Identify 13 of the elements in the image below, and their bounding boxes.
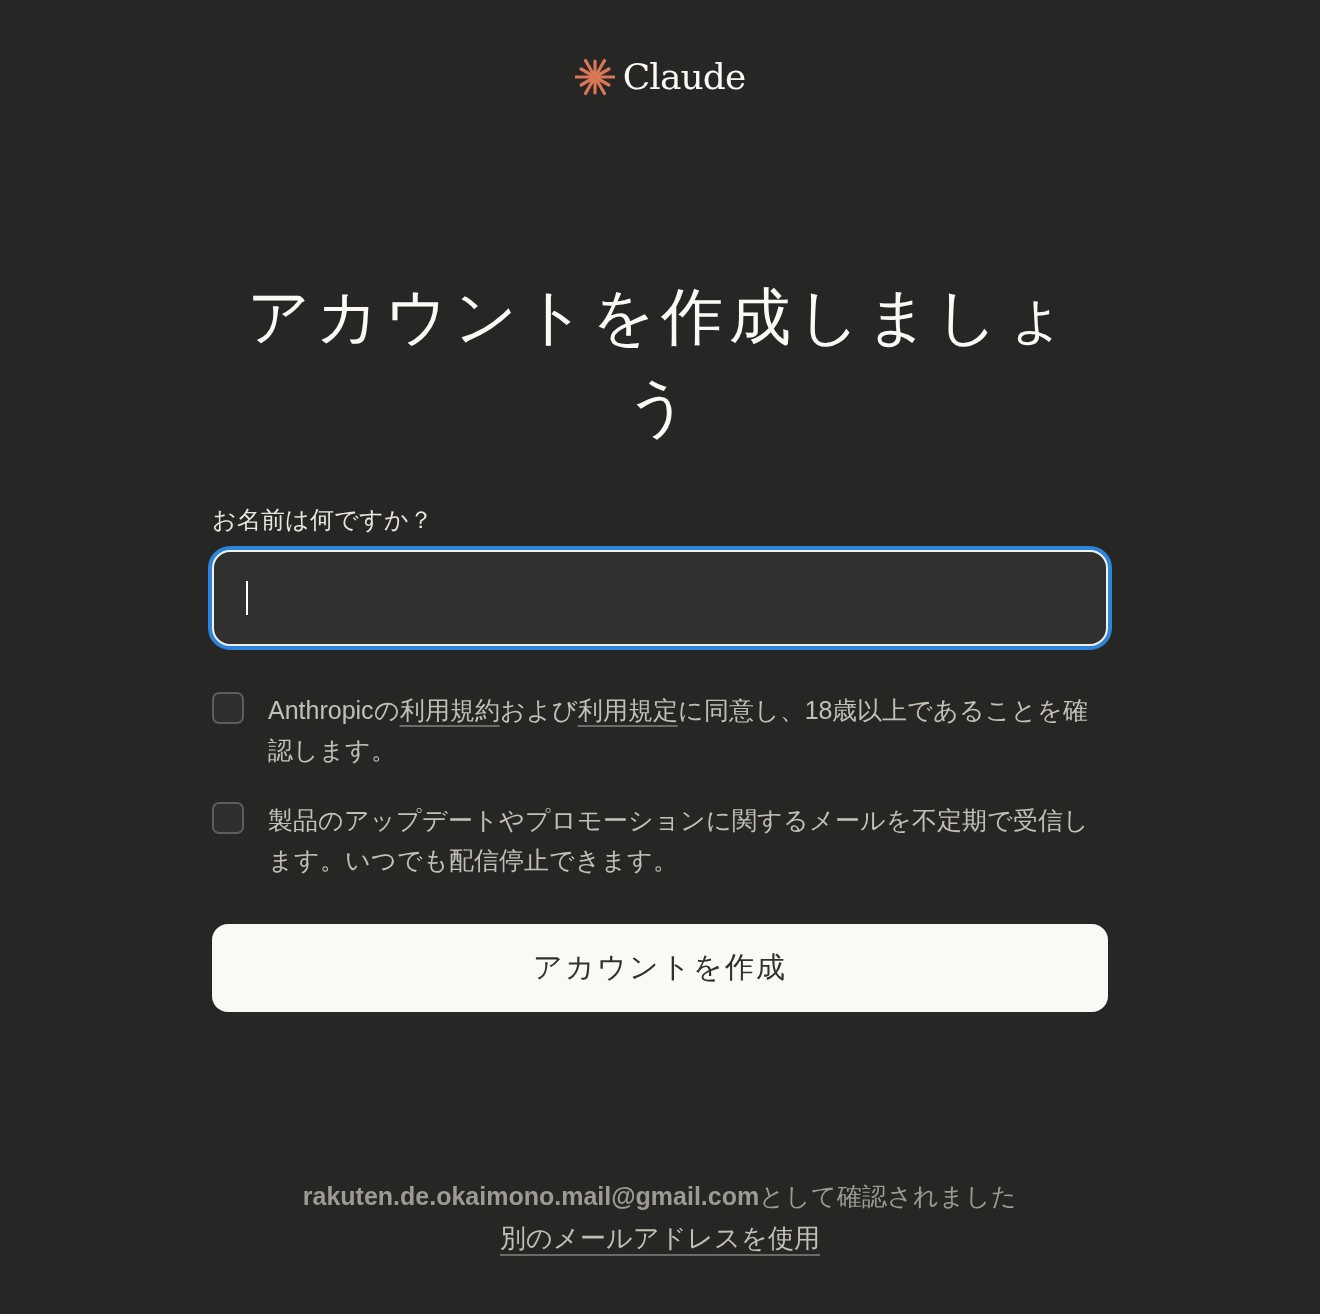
verified-email-text: rakuten.de.okaimono.mail@gmail.comとして確認されました [302, 1180, 1018, 1212]
checkbox[interactable] [212, 692, 244, 724]
name-label: お名前は何ですか？ [212, 505, 433, 535]
consent-text: 製品のアップデートやプロモーションに関するメールを不定期で受信します。いつでも配信停止できます。 [268, 805, 1090, 876]
use-other-email-link[interactable]: 別のメールアドレスを使用 [500, 1219, 820, 1258]
logo-wordmark: Claude [622, 55, 746, 99]
terms-link[interactable]: 利用規約 [399, 696, 500, 724]
consent-text: Anthropicの利用規約および利用規定に同意し、18歳以上であることを確認します。 [268, 695, 1090, 766]
terms-link[interactable]: 利用規定 [577, 696, 678, 724]
create-account-button[interactable]: アカウントを作成 [212, 924, 1108, 1012]
checkbox[interactable] [212, 802, 244, 834]
logo-icon [574, 57, 615, 97]
page-heading: アカウントを作成しましょう [246, 279, 1074, 445]
